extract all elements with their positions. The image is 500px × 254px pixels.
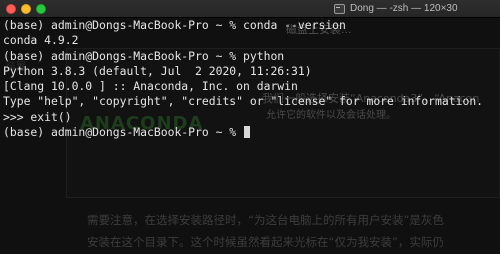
terminal-line: >>> exit() xyxy=(3,109,72,124)
close-window-button[interactable] xyxy=(6,4,16,14)
terminal-line: Type "help", "copyright", "credits" or "… xyxy=(3,94,484,109)
traffic-lights xyxy=(6,4,46,14)
terminal-line: (base) admin@Dongs-MacBook-Pro ~ % conda… xyxy=(3,18,346,32)
terminal-line: conda 4.9.2 xyxy=(3,33,79,48)
terminal-line: (base) admin@Dongs-MacBook-Pro ~ % pytho… xyxy=(3,48,285,63)
background-text-bottom-1: 需要注意，在选择安装路径时，“为这台电脑上的所有用户安装”是灰色 xyxy=(87,213,444,227)
window-title: Dong — -zsh — 120×30 xyxy=(350,3,458,14)
terminal-output: (base) admin@Dongs-MacBook-Pro ~ % conda… xyxy=(3,18,483,140)
terminal-content[interactable]: 磁盘上安装... 装置 我们一般选择安装“Anaconda3”，“Anacon … xyxy=(0,18,500,254)
prompt-line[interactable]: (base) admin@Dongs-MacBook-Pro ~ % xyxy=(3,125,483,140)
terminal-line: [Clang 10.0.0 ] :: Anaconda, Inc. on dar… xyxy=(3,79,298,94)
text-cursor xyxy=(244,126,251,139)
background-text-bottom-2: 安装在这个目录下。这个时候虽然看起来光标在“仅为我安装”，实际仍 xyxy=(87,235,444,249)
terminal-window: Dong — -zsh — 120×30 磁盘上安装... 装置 我们一般选择安… xyxy=(0,0,500,254)
title-bar[interactable]: Dong — -zsh — 120×30 xyxy=(0,0,500,18)
minimize-window-button[interactable] xyxy=(21,4,31,14)
terminal-line: Python 3.8.3 (default, Jul 2 2020, 11:26… xyxy=(3,63,312,78)
shell-prompt: (base) admin@Dongs-MacBook-Pro ~ % xyxy=(3,125,244,140)
zoom-window-button[interactable] xyxy=(36,4,46,14)
folder-icon xyxy=(334,4,345,14)
